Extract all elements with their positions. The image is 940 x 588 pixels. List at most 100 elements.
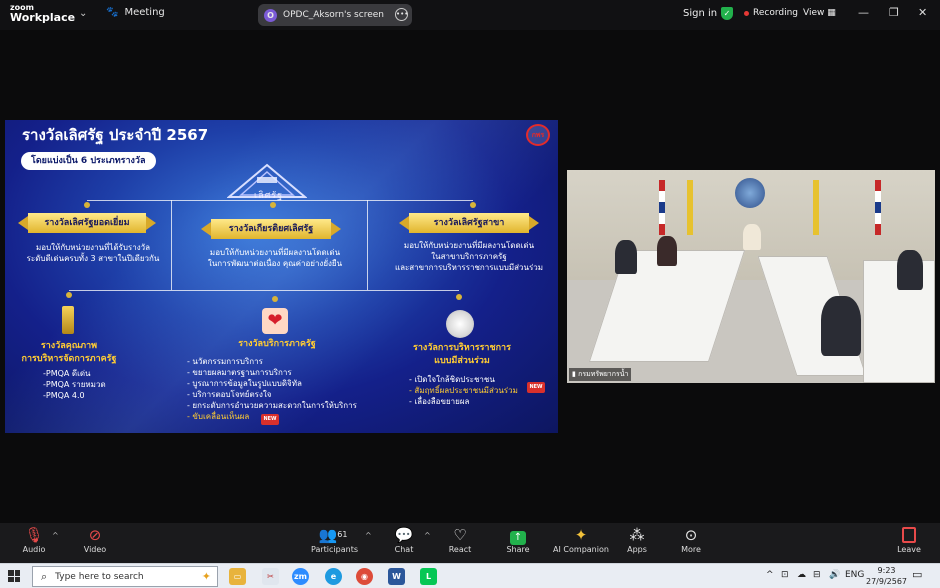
volume-icon[interactable]: 🔊 [829, 570, 840, 580]
list-item: -PMQA 4.0 [43, 391, 85, 400]
taskbar-search-box[interactable]: ⌕ Type here to search ✦ [32, 566, 218, 587]
desc-line: มอบให้กับหน่วยงานที่มีผลงานโดดเด่น [209, 248, 341, 257]
notifications-icon[interactable]: ▭ [912, 568, 922, 581]
leave-door-icon [902, 527, 916, 543]
slide-title: รางวัลเลิศรัฐ ประจำปี 2567 [22, 126, 209, 144]
divider [367, 200, 368, 290]
meeting-controls-toolbar: 🎙 Audio ^ ⊘ Video 👥61 Participants ^ 💬 C… [0, 523, 940, 563]
more-button[interactable]: ⊙ More [679, 525, 703, 554]
audio-label: Audio [22, 545, 46, 554]
zoom-title-bar: zoom Workplace ⌄ 🐾 Meeting O OPDC_Aksorn… [0, 0, 940, 30]
microphone-muted-icon: 🎙 [24, 526, 44, 544]
list-item: -PMQA ดีเด่น [43, 369, 91, 378]
edge-browser-icon[interactable]: e [325, 568, 342, 585]
participant-name: กรมทรัพยากรน้ำ [578, 370, 629, 378]
share-button[interactable]: ↑ Share [505, 525, 531, 554]
snipping-tool-icon[interactable]: ✂ [262, 568, 279, 585]
audio-button[interactable]: 🎙 Audio [20, 525, 48, 554]
zoom-app-icon[interactable]: zm [292, 568, 309, 585]
recording-indicator[interactable]: Recording [744, 8, 798, 18]
list-item: -PMQA รายหมวด [43, 380, 106, 389]
chevron-down-icon[interactable]: ⌄ [79, 8, 87, 19]
slide-subtitle: โดยแบ่งเป็น 6 ประเภทรางวัล [21, 152, 156, 170]
view-button[interactable]: View ▦ [803, 8, 836, 18]
apps-label: Apps [627, 545, 647, 554]
line-app-icon[interactable]: L [420, 568, 437, 585]
leave-button[interactable]: Leave [896, 525, 922, 554]
participants-count: 61 [337, 530, 348, 539]
more-label: More [681, 545, 701, 554]
new-badge: NEW [527, 382, 545, 393]
network-icon[interactable]: ⊟ [813, 570, 821, 580]
government-seal-icon [735, 178, 765, 208]
screen-share-pill[interactable]: O OPDC_Aksorn's screen ••• [258, 4, 412, 26]
apps-button[interactable]: ⁂ Apps [625, 525, 649, 554]
audio-options-caret[interactable]: ^ [52, 531, 59, 540]
recording-dot-icon [744, 10, 749, 16]
apps-icon: ⁂ [629, 526, 645, 544]
flag-icon [687, 180, 693, 235]
react-label: React [448, 545, 472, 554]
connector-node [270, 202, 276, 208]
search-icon: ⌕ [41, 569, 48, 583]
list-item: - เลื่องลือขยายผล [409, 397, 470, 406]
chat-label: Chat [394, 545, 414, 554]
meeting-menu-button[interactable]: 🐾 Meeting [106, 7, 165, 18]
participants-label: Participants [311, 545, 358, 554]
video-off-icon: ⊘ [88, 526, 102, 544]
clock-time: 9:23 [877, 566, 896, 575]
list-item: - ขยายผลมาตรฐานการบริการ [187, 368, 292, 377]
participants-options-caret[interactable]: ^ [365, 531, 372, 540]
windows-taskbar: ⌕ Type here to search ✦ ▭ ✂ zm e ◉ W L ^… [0, 563, 940, 588]
person [657, 236, 677, 266]
share-label: Share [506, 545, 530, 554]
award-title-line: แบบมีส่วนร่วม [434, 356, 490, 366]
zoom-workplace-logo[interactable]: zoom Workplace [10, 4, 76, 24]
opdc-logo: กพร [526, 124, 550, 146]
close-icon[interactable]: ✕ [918, 6, 927, 19]
award-title-service: รางวัลบริการภาครัฐ [217, 338, 337, 351]
cloud-icon[interactable]: ☁ [797, 570, 806, 580]
file-explorer-icon[interactable]: ▭ [229, 568, 246, 585]
sign-in-button[interactable]: Sign in [683, 8, 717, 19]
tray-app-icon[interactable]: ⊡ [781, 570, 789, 580]
search-highlight-icon: ✦ [201, 570, 211, 583]
person [897, 250, 923, 290]
tray-overflow-icon[interactable]: ^ [766, 570, 774, 580]
category-desc-branch: มอบให้กับหน่วยงานที่มีผลงานโดดเด่น ในสาข… [381, 240, 557, 273]
grid-icon: ▦ [827, 8, 836, 18]
participants-button[interactable]: 👥61 Participants [311, 525, 358, 554]
logo-line2: Workplace [10, 11, 76, 24]
heart-icon: ♡ [453, 526, 467, 544]
flag-icon [813, 180, 819, 235]
award-title-pmqa: รางวัลคุณภาพ การบริหารจัดการภาครัฐ [9, 340, 129, 366]
award-title-line: การบริหารจัดการภาครัฐ [21, 354, 117, 364]
participant-video-tile[interactable]: ▮ กรมทรัพยากรน้ำ [567, 170, 935, 383]
desc-line: ระดับดีเด่นครบทั้ง 3 สาขาในปีเดียวกัน [26, 254, 160, 263]
desc-line: ในการพัฒนาต่อเนื่อง คุณค่าอย่างยั่งยืน [207, 259, 343, 268]
more-options-icon[interactable]: ••• [395, 8, 408, 21]
video-button[interactable]: ⊘ Video [82, 525, 108, 554]
person [615, 240, 637, 274]
award-list-service: - นวัตกรรมการบริการ - ขยายผลมาตรฐานการบร… [187, 356, 357, 422]
minimize-icon[interactable]: — [858, 6, 869, 19]
person [743, 224, 761, 250]
list-item: - สัมฤทธิ์ผลประชาชนมีส่วนร่วม [409, 386, 518, 395]
chrome-browser-icon[interactable]: ◉ [356, 568, 373, 585]
chat-options-caret[interactable]: ^ [424, 531, 431, 540]
security-shield-icon[interactable]: ✓ [721, 7, 733, 20]
restore-icon[interactable]: ❐ [889, 6, 899, 19]
ai-companion-label: AI Companion [553, 545, 609, 554]
avatar: O [264, 8, 277, 22]
ai-companion-button[interactable]: ✦ AI Companion [553, 525, 609, 554]
chat-icon: 💬 [394, 526, 414, 544]
language-indicator[interactable]: ENG [845, 570, 864, 580]
windows-start-icon[interactable] [8, 570, 20, 582]
award-title-line: รางวัลคุณภาพ [40, 341, 98, 351]
react-button[interactable]: ♡ React [448, 525, 472, 554]
word-app-icon[interactable]: W [388, 568, 405, 585]
system-clock[interactable]: 9:23 27/9/2567 [866, 565, 907, 587]
chat-button[interactable]: 💬 Chat [392, 525, 416, 554]
award-list-participation: - เปิดใจใกล้ชิดประชาชน - สัมฤทธิ์ผลประชา… [409, 374, 518, 407]
recording-label: Recording [753, 8, 799, 18]
